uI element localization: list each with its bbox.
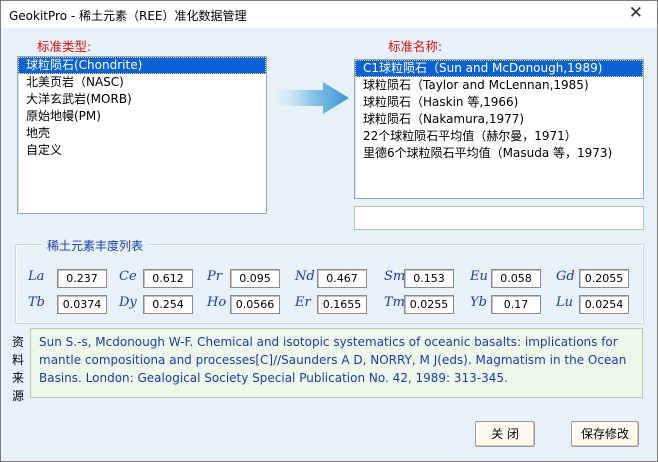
element-symbol: Tb	[28, 295, 45, 310]
standard-name-item[interactable]: C1球粒陨石（Sun and McDonough,1989)	[355, 60, 643, 77]
element-symbol: Tm	[384, 295, 405, 310]
element-value-input[interactable]: 0.1655	[317, 295, 367, 314]
close-button[interactable]: 关 闭	[475, 421, 535, 447]
standard-type-item[interactable]: 原始地幔(PM)	[18, 108, 266, 125]
element-symbol: Yb	[470, 295, 487, 310]
element-value-input[interactable]: 0.058	[491, 269, 541, 288]
element-symbol: Lu	[556, 295, 574, 310]
element-symbol: Ce	[119, 269, 137, 284]
element-value-input[interactable]: 0.17	[491, 295, 541, 314]
standard-type-label: 标准类型:	[37, 39, 92, 54]
element-value-input[interactable]: 0.153	[404, 269, 454, 288]
standard-type-item[interactable]: 自定义	[18, 142, 266, 159]
ree-abundance-title: 稀土元素丰度列表	[43, 237, 148, 254]
element-symbol: Pr	[207, 269, 222, 284]
app-window: GeokitPro - 稀土元素（REE）准化数据管理 ✕ 标准类型: 标准名称…	[0, 0, 658, 462]
element-symbol: Eu	[470, 269, 488, 284]
element-value-input[interactable]: 0.237	[57, 269, 107, 288]
standard-name-label: 标准名称:	[388, 39, 443, 54]
dialog-body: 标准类型: 标准名称: 球粒陨石(Chondrite) 北美页岩（NASC) 大洋玄…	[1, 28, 657, 461]
element-value-input[interactable]: 0.0255	[404, 295, 454, 314]
element-value-input[interactable]: 0.0566	[230, 295, 280, 314]
standard-name-item[interactable]: 里德6个球粒陨石平均值（Masuda 等，1973)	[355, 145, 643, 162]
element-symbol: Dy	[119, 295, 137, 310]
source-text: Sun S.-s, Mcdonough W-F. Chemical and is…	[39, 335, 627, 385]
element-value-input[interactable]: 0.467	[317, 269, 367, 288]
standard-type-item[interactable]: 球粒陨石(Chondrite)	[18, 57, 266, 74]
element-value-input[interactable]: 0.254	[143, 295, 193, 314]
element-symbol: Ho	[207, 295, 227, 310]
standard-name-input[interactable]	[354, 206, 644, 230]
arrow-right-icon	[271, 82, 349, 114]
element-value-input[interactable]: 0.0254	[579, 295, 629, 314]
title-bar: GeokitPro - 稀土元素（REE）准化数据管理 ✕	[1, 1, 657, 28]
close-icon[interactable]: ✕	[629, 3, 643, 23]
save-button[interactable]: 保存修改	[571, 421, 639, 447]
element-value-input[interactable]: 0.0374	[57, 295, 107, 314]
standard-name-item[interactable]: 22个球粒陨石平均值（赫尔曼，1971）	[355, 128, 643, 145]
source-textbox[interactable]: Sun S.-s, Mcdonough W-F. Chemical and is…	[30, 328, 643, 398]
standard-type-item[interactable]: 地壳	[18, 125, 266, 142]
standard-name-item[interactable]: 球粒陨石（Nakamura,1977)	[355, 111, 643, 128]
standard-name-item[interactable]: 球粒陨石（Haskin 等,1966)	[355, 94, 643, 111]
window-title: GeokitPro - 稀土元素（REE）准化数据管理	[9, 9, 247, 23]
standard-type-item[interactable]: 北美页岩（NASC)	[18, 74, 266, 91]
standard-type-list[interactable]: 球粒陨石(Chondrite) 北美页岩（NASC) 大洋玄武岩(MORB) 原始地幔…	[17, 56, 267, 214]
element-symbol: Nd	[295, 269, 315, 284]
standard-name-item[interactable]: 球粒陨石（Taylor and McLennan,1985)	[355, 77, 643, 94]
element-symbol: Gd	[556, 269, 575, 284]
element-symbol: Er	[295, 295, 311, 310]
element-symbol: La	[28, 269, 45, 284]
element-value-input[interactable]: 0.2055	[579, 269, 629, 288]
element-value-input[interactable]: 0.612	[143, 269, 193, 288]
element-value-input[interactable]: 0.095	[230, 269, 280, 288]
element-symbol: Sm	[384, 269, 406, 284]
standard-type-item[interactable]: 大洋玄武岩(MORB)	[18, 91, 266, 108]
source-label: 资料来源	[11, 335, 24, 403]
standard-name-list[interactable]: C1球粒陨石（Sun and McDonough,1989) 球粒陨石（Taylo…	[354, 59, 644, 199]
